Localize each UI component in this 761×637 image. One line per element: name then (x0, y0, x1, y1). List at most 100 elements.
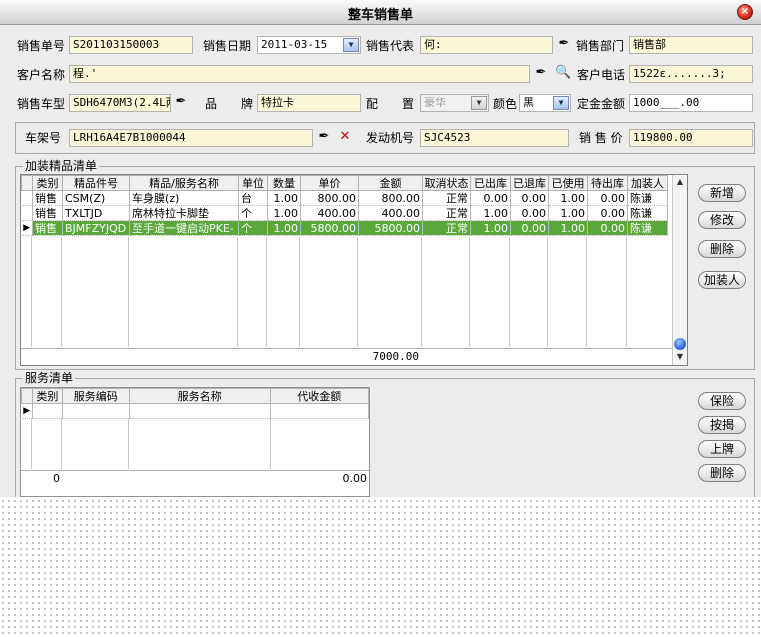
title-bar: 整车销售单 × (0, 0, 761, 25)
dropdown-icon[interactable]: ▼ (471, 96, 487, 110)
cell-out[interactable]: 1.00 (470, 205, 511, 221)
cell-installer[interactable]: 陈谦 (627, 205, 668, 221)
table-row[interactable]: 销售 TXLTJD 席林特拉卡脚垫个 1.00 400.00 400.00 正常 1.00 0.… (21, 205, 668, 221)
cell-unit-price[interactable]: 800.00 (300, 190, 359, 206)
cell-out[interactable]: 0.00 (470, 190, 511, 206)
add-button[interactable]: 新增 (698, 184, 746, 202)
cell-qty[interactable]: 1.00 (267, 205, 301, 221)
pen-icon[interactable]: ✒ (173, 94, 189, 110)
model-field[interactable]: SDH6470M3(2.4L两 (69, 94, 171, 112)
col-service-code[interactable]: 服务编码 (61, 388, 130, 404)
cell-cancel-status[interactable]: 正常 (422, 205, 471, 221)
color-label: 颜色 (493, 97, 518, 111)
rep-field[interactable]: 何: (420, 36, 553, 54)
col-part-no[interactable]: 精品件号 (62, 175, 130, 191)
order-no-label: 销售单号 (17, 39, 66, 53)
col-cancel-status[interactable]: 取消状态 (422, 175, 471, 191)
cell-name[interactable]: 席林特拉卡脚垫 (129, 205, 239, 221)
cell-type[interactable]: 销售 (32, 190, 63, 206)
service-delete-button[interactable]: 删除 (698, 464, 746, 482)
cell-returned[interactable]: 0.00 (510, 205, 549, 221)
cell-part-no[interactable]: CSM(Z) (62, 190, 130, 206)
col-unit[interactable]: 单位 (238, 175, 268, 191)
cell-returned[interactable]: 0.00 (510, 190, 549, 206)
col-unit-price[interactable]: 单价 (300, 175, 359, 191)
dept-field[interactable]: 销售部 (629, 36, 753, 54)
accessories-scrollbar[interactable]: ▲ ▼ (672, 175, 687, 365)
col-amount[interactable]: 金额 (358, 175, 423, 191)
scroll-down-icon[interactable]: ▼ (673, 351, 687, 363)
cell-qty[interactable]: 1.00 (267, 190, 301, 206)
cell-amount[interactable]: 400.00 (358, 205, 423, 221)
col-used[interactable]: 已使用 (548, 175, 588, 191)
deposit-field[interactable]: 1000___.00 (629, 94, 753, 112)
date-picker[interactable]: 2011-03-15 ▼ (257, 36, 361, 54)
engine-field[interactable]: SJC4523 (420, 129, 569, 147)
cell-used[interactable]: 1.00 (548, 205, 588, 221)
cell-pending[interactable]: 0.00 (587, 205, 628, 221)
table-row[interactable]: ▶ 销售 BJMFZYJQD 至手道一键启动PKE- 个 1.00 5800.00 5800.… (21, 220, 668, 236)
cell-unit[interactable]: 个 (238, 205, 268, 221)
cell-cancel-status[interactable]: 正常 (422, 190, 471, 206)
col-collected-amount[interactable]: 代收金额 (269, 388, 369, 404)
col-type[interactable]: 类别 (32, 175, 63, 191)
scroll-up-icon[interactable]: ▲ (673, 176, 687, 188)
cell-out[interactable]: 1.00 (470, 220, 511, 236)
cell-name[interactable]: 至手道一键启动PKE- (129, 220, 239, 236)
insurance-button[interactable]: 保险 (698, 392, 746, 410)
cell-unit[interactable]: 个 (238, 220, 268, 236)
services-title: 服务清单 (23, 371, 76, 385)
close-x-icon[interactable]: ✕ (337, 129, 353, 145)
cell-type[interactable]: 销售 (32, 205, 63, 221)
lookup-icon[interactable]: 🔍 (555, 65, 571, 81)
cell-unit[interactable]: 台 (238, 190, 268, 206)
installer-button[interactable]: 加装人 (698, 271, 746, 289)
delete-button[interactable]: 删除 (698, 240, 746, 258)
table-row[interactable]: ▶ (21, 403, 369, 419)
cell-part-no[interactable]: BJMFZYJQD (62, 220, 130, 236)
col-returned[interactable]: 已退库 (510, 175, 549, 191)
cell-amount[interactable]: 5800.00 (358, 220, 423, 236)
col-service-name[interactable]: 服务名称 (128, 388, 271, 404)
col-installer[interactable]: 加装人 (627, 175, 668, 191)
cell-pending[interactable]: 0.00 (587, 220, 628, 236)
close-button[interactable]: × (737, 4, 753, 20)
col-qty[interactable]: 数量 (267, 175, 301, 191)
cell-cancel-status[interactable]: 正常 (422, 220, 471, 236)
plate-button[interactable]: 上牌 (698, 440, 746, 458)
scroll-thumb[interactable] (674, 338, 686, 350)
order-no-field[interactable]: S201103150003 (69, 36, 193, 54)
cell-used[interactable]: 1.00 (548, 190, 588, 206)
col-pending[interactable]: 待出库 (587, 175, 628, 191)
config-select[interactable]: 豪华 ▼ (420, 94, 489, 112)
col-out[interactable]: 已出库 (470, 175, 511, 191)
frame-field[interactable]: LRH16A4E7B1000044 (69, 129, 313, 147)
brand-field[interactable]: 特拉卡 (257, 94, 361, 112)
customer-field[interactable]: 程.' (69, 65, 530, 83)
mortgage-button[interactable]: 按揭 (698, 416, 746, 434)
cell-unit-price[interactable]: 400.00 (300, 205, 359, 221)
cell-type[interactable]: 销售 (32, 220, 63, 236)
cell-returned[interactable]: 0.00 (510, 220, 549, 236)
pen-icon[interactable]: ✒ (316, 129, 332, 145)
cell-unit-price[interactable]: 5800.00 (300, 220, 359, 236)
cell-name[interactable]: 车身膜(z) (129, 190, 239, 206)
cell-qty[interactable]: 1.00 (267, 220, 301, 236)
cell-pending[interactable]: 0.00 (587, 190, 628, 206)
col-service-type[interactable]: 类别 (31, 388, 63, 404)
dropdown-icon[interactable]: ▼ (553, 96, 569, 110)
pen-icon[interactable]: ✒ (556, 36, 572, 52)
table-row[interactable]: 销售 CSM(Z) 车身膜(z) 台 1.00 800.00 800.00 正常 0.00 0.0… (21, 190, 668, 206)
cell-amount[interactable]: 800.00 (358, 190, 423, 206)
pen-icon[interactable]: ✒ (533, 65, 549, 81)
cell-used[interactable]: 1.00 (548, 220, 588, 236)
price-field[interactable]: 119800.00 (629, 129, 753, 147)
col-name[interactable]: 精品/服务名称 (129, 175, 239, 191)
color-select[interactable]: 黑 ▼ (519, 94, 571, 112)
cell-installer[interactable]: 陈谦 (627, 220, 668, 236)
cell-part-no[interactable]: TXLTJD (62, 205, 130, 221)
dropdown-icon[interactable]: ▼ (343, 38, 359, 52)
cell-installer[interactable]: 陈谦 (627, 190, 668, 206)
phone-field[interactable]: 1522ε.......3; (629, 65, 753, 83)
edit-button[interactable]: 修改 (698, 211, 746, 229)
